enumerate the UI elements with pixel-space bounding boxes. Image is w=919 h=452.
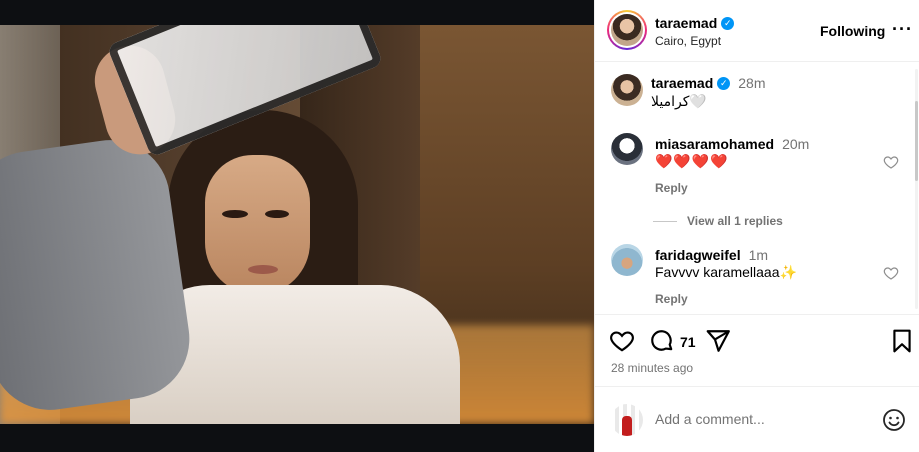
photo-subject-eye xyxy=(265,210,289,218)
photo-subject-face xyxy=(205,155,310,295)
post-media[interactable] xyxy=(0,0,594,452)
verified-badge-icon: ✓ xyxy=(721,16,735,30)
post-photo[interactable] xyxy=(0,25,594,424)
add-comment-input[interactable] xyxy=(655,411,865,427)
view-replies-label: View all 1 replies xyxy=(687,214,783,228)
caption-username[interactable]: taraemad xyxy=(651,75,713,91)
caption-header: taraemad ✓ 28m xyxy=(651,75,766,91)
following-button[interactable]: Following xyxy=(820,23,885,39)
comment-text: Favvvv karamellaaa✨ xyxy=(655,264,797,280)
post-header: taraemad ✓ Cairo, Egypt Following ··· xyxy=(595,0,919,62)
post-side-panel: taraemad ✓ Cairo, Egypt Following ··· ta… xyxy=(594,0,919,452)
author-username[interactable]: taraemad xyxy=(655,15,717,31)
photo-subject-lips xyxy=(248,265,278,274)
comment-avatar[interactable] xyxy=(611,133,643,165)
add-comment-bar xyxy=(595,386,919,452)
photo-subject-eye xyxy=(222,210,248,218)
post-location[interactable]: Cairo, Egypt xyxy=(655,34,721,48)
comments-scrollbar[interactable] xyxy=(915,69,918,309)
comment-username[interactable]: miasaramohamed xyxy=(655,136,774,152)
paper-plane-icon[interactable] xyxy=(705,328,731,354)
comment-header: faridagweifel 1m xyxy=(655,247,768,263)
caption-text: كراميلا🤍 xyxy=(651,93,707,109)
author-avatar[interactable] xyxy=(607,10,647,50)
smiley-icon[interactable] xyxy=(882,408,906,432)
view-replies-button[interactable]: View all 1 replies xyxy=(653,214,783,228)
comment-time: 20m xyxy=(782,136,810,152)
comment-like-heart-icon[interactable] xyxy=(883,265,899,281)
comment-header: miasaramohamed 20m xyxy=(655,136,809,152)
comment-time: 1m xyxy=(748,247,769,263)
caption-avatar[interactable] xyxy=(611,74,643,106)
reply-button[interactable]: Reply xyxy=(655,181,688,195)
comment-like-heart-icon[interactable] xyxy=(883,154,899,170)
comment-count: 71 xyxy=(680,334,696,350)
current-user-avatar xyxy=(611,404,643,436)
photo-crew-arm xyxy=(0,132,198,418)
comment-bubble-icon[interactable] xyxy=(649,328,675,354)
heart-icon[interactable] xyxy=(609,328,635,354)
author-name-row: taraemad ✓ xyxy=(655,15,735,31)
more-dots-icon[interactable]: ··· xyxy=(892,20,913,38)
bookmark-icon[interactable] xyxy=(889,328,915,354)
replies-divider xyxy=(653,220,677,222)
post-actions: 71 28 minutes ago xyxy=(595,316,919,376)
post-time-ago[interactable]: 28 minutes ago xyxy=(611,361,693,375)
reply-button[interactable]: Reply xyxy=(655,292,688,306)
verified-badge-icon: ✓ xyxy=(717,76,731,90)
comment-username[interactable]: faridagweifel xyxy=(655,247,741,263)
caption-time: 28m xyxy=(738,75,766,91)
comment-avatar[interactable] xyxy=(611,244,643,276)
comment-text: ❤️❤️❤️❤️ xyxy=(655,153,729,169)
comments-list[interactable]: taraemad ✓ 28m كراميلا🤍 miasaramohamed 2… xyxy=(595,63,919,315)
